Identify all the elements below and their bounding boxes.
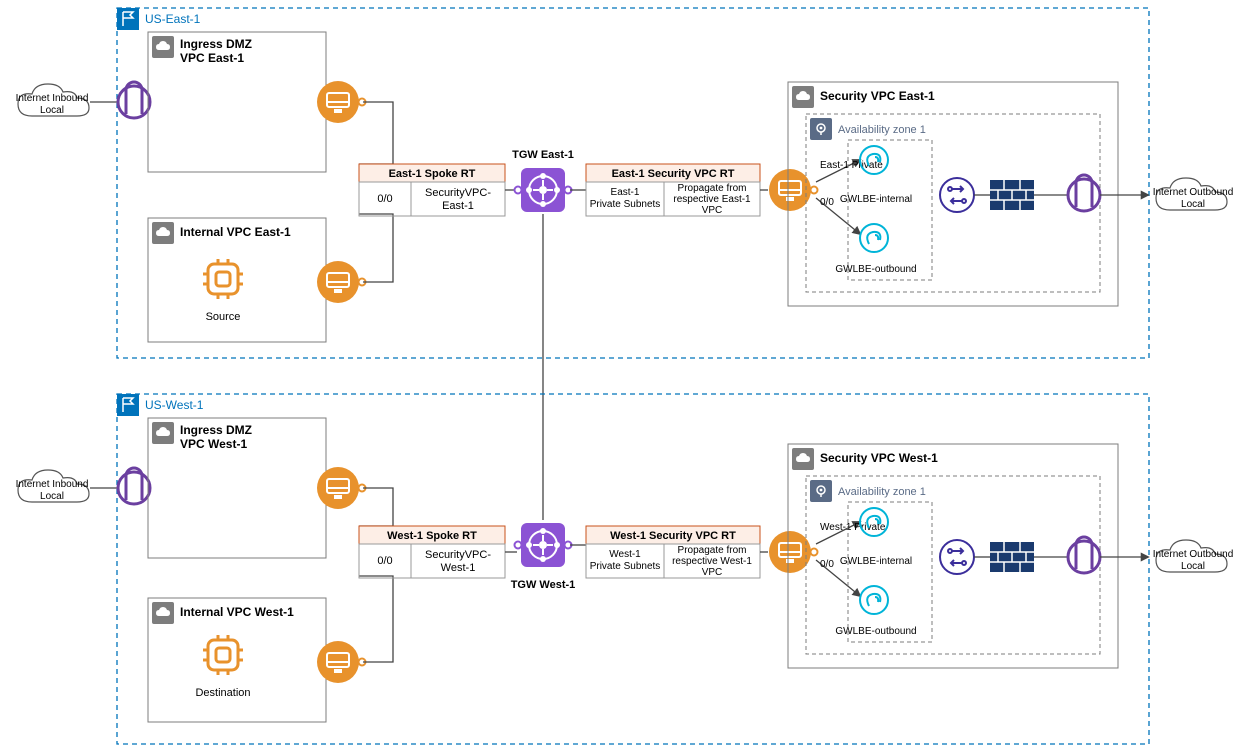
svg-text:East-1 Security VPC RT: East-1 Security VPC RT: [612, 168, 735, 180]
svg-text:Internal VPC East-1: Internal VPC East-1: [180, 225, 291, 239]
gateway-icon: [118, 468, 150, 504]
svg-text:Internet Outbound: Internet Outbound: [1153, 187, 1234, 198]
compute-icon: [203, 635, 243, 675]
svg-text:Local: Local: [1181, 561, 1205, 572]
compute-label: Source: [206, 311, 241, 323]
svg-text:VPC East-1: VPC East-1: [180, 51, 244, 65]
vpc-security-east: Security VPC East-1 Availability zone 1 …: [788, 82, 1118, 306]
svg-text:GWLBE-outbound: GWLBE-outbound: [835, 264, 916, 275]
svg-text:GWLBE-outbound: GWLBE-outbound: [835, 626, 916, 637]
svg-text:VPC West-1: VPC West-1: [180, 437, 247, 451]
firewall-icon: [990, 542, 1034, 572]
svg-text:Ingress DMZ: Ingress DMZ: [180, 423, 252, 437]
region-title: US-East-1: [145, 12, 201, 26]
svg-text:Internet Outbound: Internet Outbound: [1153, 549, 1234, 560]
svg-text:Local: Local: [40, 105, 64, 116]
vpc-dmz-east: Ingress DMZ VPC East-1: [148, 32, 326, 172]
route-table-security-east: East-1 Security VPC RT East-1 Private Su…: [586, 164, 760, 216]
vpc-dmz-west: Ingress DMZ VPC West-1: [148, 418, 326, 558]
svg-text:West-1 Private: West-1 Private: [820, 522, 886, 533]
tgw-attachment-icon: [317, 81, 366, 123]
gateway-icon: [1068, 175, 1100, 211]
svg-text:Local: Local: [1181, 199, 1205, 210]
vpc-icon: [152, 422, 174, 444]
region-icon: [117, 394, 139, 416]
cloud-outbound-west: Internet Outbound Local: [1153, 540, 1234, 572]
svg-text:West-1 Spoke RT: West-1 Spoke RT: [387, 530, 477, 542]
region-title: US-West-1: [145, 398, 204, 412]
az-icon: [810, 480, 832, 502]
router-icon: [940, 178, 974, 212]
svg-text:Security VPC East-1: Security VPC East-1: [820, 89, 935, 103]
tgw-attachment-icon: [769, 169, 818, 211]
az-icon: [810, 118, 832, 140]
vpc-icon: [792, 86, 814, 108]
cloud-inbound-east: Internet Inbound Local: [16, 84, 89, 116]
route-table-spoke-east: East-1 Spoke RT 0/0 SecurityVPC- East-1: [359, 164, 505, 216]
cloud-inbound-west: Internet Inbound Local: [16, 470, 89, 502]
svg-text:VPC: VPC: [702, 567, 723, 578]
tgw-east: TGW East-1: [512, 149, 574, 212]
region-west: US-West-1 Internet Inbound Local Ingress…: [16, 394, 1234, 744]
vpc-icon: [152, 602, 174, 624]
svg-text:respective West-1: respective West-1: [672, 556, 752, 567]
svg-text:Internet Inbound: Internet Inbound: [16, 93, 89, 104]
svg-text:Propagate from: Propagate from: [678, 183, 747, 194]
vpc-icon: [152, 222, 174, 244]
region-icon: [117, 8, 139, 30]
svg-text:East-1: East-1: [442, 200, 474, 212]
gateway-icon: [118, 82, 150, 118]
svg-text:0/0: 0/0: [377, 193, 392, 205]
vpc-icon: [792, 448, 814, 470]
endpoint-icon: [860, 224, 888, 252]
diagram-canvas: US-East-1 Internet Inbound Local Ingress…: [0, 0, 1258, 754]
svg-text:0/0: 0/0: [820, 559, 834, 570]
svg-text:East-1 Spoke RT: East-1 Spoke RT: [389, 168, 476, 180]
region-east: US-East-1 Internet Inbound Local Ingress…: [16, 8, 1234, 358]
cloud-outbound-east: Internet Outbound Local: [1153, 178, 1234, 210]
vpc-security-west: Security VPC West-1 Availability zone 1 …: [788, 444, 1118, 668]
tgw-attachment-icon: [317, 641, 366, 683]
firewall-icon: [990, 180, 1034, 210]
svg-text:SecurityVPC-: SecurityVPC-: [425, 187, 491, 199]
route-table-spoke-west: West-1 Spoke RT 0/0 SecurityVPC- West-1: [359, 526, 505, 578]
svg-text:Availability zone 1: Availability zone 1: [838, 486, 926, 498]
svg-text:respective East-1: respective East-1: [673, 194, 751, 205]
svg-text:TGW West-1: TGW West-1: [511, 579, 576, 591]
svg-text:GWLBE-internal: GWLBE-internal: [840, 194, 912, 205]
router-icon: [940, 540, 974, 574]
vpc-internal-east: Internal VPC East-1 Source: [148, 218, 326, 342]
svg-text:West-1: West-1: [609, 549, 641, 560]
svg-text:0/0: 0/0: [820, 197, 834, 208]
gateway-icon: [1068, 537, 1100, 573]
svg-text:Propagate from: Propagate from: [678, 545, 747, 556]
route-table-security-west: West-1 Security VPC RT West-1 Private Su…: [586, 526, 760, 578]
svg-text:Private Subnets: Private Subnets: [590, 199, 661, 210]
svg-text:TGW East-1: TGW East-1: [512, 149, 574, 161]
svg-text:Ingress DMZ: Ingress DMZ: [180, 37, 252, 51]
svg-text:0/0: 0/0: [377, 555, 392, 567]
svg-text:Internet Inbound: Internet Inbound: [16, 479, 89, 490]
svg-text:East-1: East-1: [611, 187, 640, 198]
svg-text:West-1 Security VPC RT: West-1 Security VPC RT: [610, 530, 736, 542]
vpc-icon: [152, 36, 174, 58]
compute-label: Destination: [195, 687, 250, 699]
tgw-west: TGW West-1: [511, 523, 576, 591]
tgw-attachment-icon: [317, 261, 366, 303]
tgw-attachment-icon: [769, 531, 818, 573]
endpoint-icon: [860, 586, 888, 614]
svg-text:Private Subnets: Private Subnets: [590, 561, 661, 572]
svg-text:SecurityVPC-: SecurityVPC-: [425, 549, 491, 561]
vpc-internal-west: Internal VPC West-1 Destination: [148, 598, 326, 722]
svg-text:West-1: West-1: [441, 562, 476, 574]
svg-text:VPC: VPC: [702, 205, 723, 216]
svg-text:Availability zone 1: Availability zone 1: [838, 124, 926, 136]
svg-text:Security VPC West-1: Security VPC West-1: [820, 451, 938, 465]
svg-text:GWLBE-internal: GWLBE-internal: [840, 556, 912, 567]
svg-text:Internal VPC West-1: Internal VPC West-1: [180, 605, 294, 619]
svg-text:Local: Local: [40, 491, 64, 502]
tgw-attachment-icon: [317, 467, 366, 509]
compute-icon: [203, 259, 243, 299]
svg-text:East-1 Private: East-1 Private: [820, 160, 883, 171]
